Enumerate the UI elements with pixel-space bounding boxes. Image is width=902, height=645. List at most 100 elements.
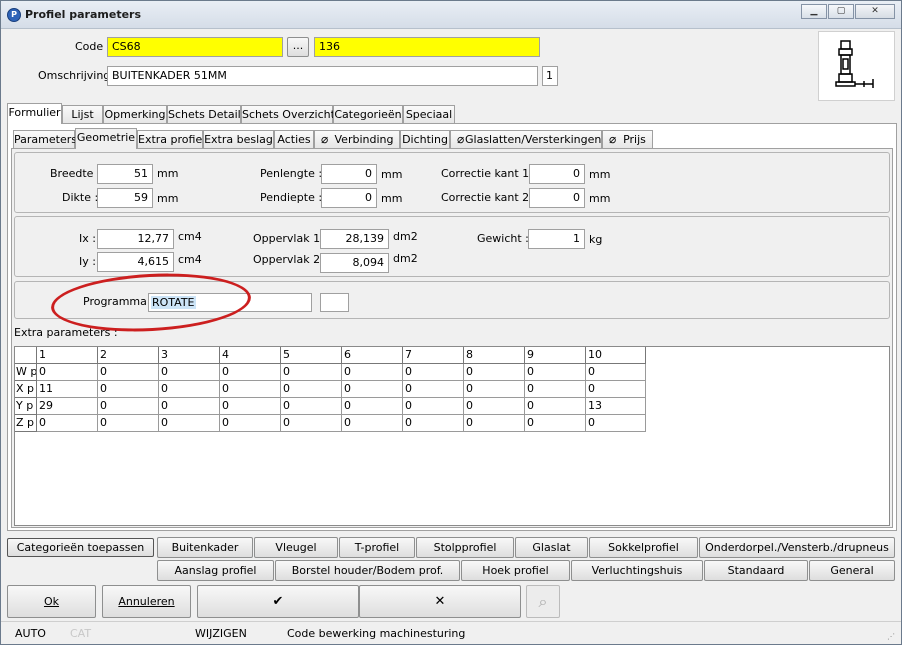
grid-cell[interactable]: 0: [464, 398, 525, 415]
iy-input[interactable]: 4,615: [97, 252, 174, 272]
cat-verluchtingshuis-button[interactable]: Verluchtingshuis: [571, 560, 703, 581]
cat-sokkelprofiel-button[interactable]: Sokkelprofiel: [589, 537, 698, 558]
grid-cell[interactable]: 0: [220, 398, 281, 415]
subtab-parameters[interactable]: Parameters: [13, 130, 77, 149]
subtab-verbinding[interactable]: ⌀ Verbinding: [314, 130, 400, 149]
grid-cell[interactable]: 0: [98, 398, 159, 415]
cancel-button[interactable]: Annuleren: [102, 585, 191, 618]
cat-glaslat-button[interactable]: Glaslat: [515, 537, 588, 558]
ok-button[interactable]: Ok: [7, 585, 96, 618]
programma-extra-input[interactable]: [320, 293, 349, 312]
ix-input[interactable]: 12,77: [97, 229, 174, 249]
reject-icon-button[interactable]: ✕: [359, 585, 521, 618]
grid-cell[interactable]: 0: [220, 415, 281, 432]
grid-cell[interactable]: 0: [281, 381, 342, 398]
tab-categorieen[interactable]: Categorieën: [333, 105, 403, 124]
grid-cell[interactable]: 0: [586, 364, 646, 381]
subtab-prijs[interactable]: ⌀ Prijs: [602, 130, 653, 149]
subtab-glaslatten[interactable]: ⌀ Glaslatten/Versterkingen: [450, 130, 602, 149]
grid-cell[interactable]: 0: [281, 415, 342, 432]
grid-cell[interactable]: 0: [342, 364, 403, 381]
description-input[interactable]: BUITENKADER 51MM: [107, 66, 538, 86]
correctie1-input[interactable]: 0: [529, 164, 585, 184]
minimize-button[interactable]: ▁: [801, 4, 827, 19]
browse-button[interactable]: ...: [287, 37, 309, 57]
tab-formulier[interactable]: Formulier: [7, 103, 62, 124]
grid-cell[interactable]: 0: [159, 415, 220, 432]
grid-cell[interactable]: 0: [220, 381, 281, 398]
grid-cell[interactable]: 0: [464, 364, 525, 381]
grid-cell[interactable]: 0: [37, 415, 98, 432]
tab-speciaal[interactable]: Speciaal: [403, 105, 455, 124]
tab-lijst[interactable]: Lijst: [62, 105, 103, 124]
cat-vleugel-button[interactable]: Vleugel: [254, 537, 338, 558]
grid-cell[interactable]: 0: [403, 415, 464, 432]
subtab-extra-beslag[interactable]: Extra beslag: [203, 130, 274, 149]
correctie2-input[interactable]: 0: [529, 188, 585, 208]
grid-cell[interactable]: 0: [464, 381, 525, 398]
grid-cell[interactable]: 0: [159, 381, 220, 398]
cat-aanslag-profiel-button[interactable]: Aanslag profiel: [157, 560, 274, 581]
grid-cell[interactable]: 0: [525, 398, 586, 415]
grid-cell[interactable]: 29: [37, 398, 98, 415]
grid-cell[interactable]: 0: [37, 364, 98, 381]
description-count: 1: [542, 66, 558, 86]
confirm-icon-button[interactable]: ✔: [197, 585, 359, 618]
grid-cell[interactable]: 13: [586, 398, 646, 415]
grid-cell[interactable]: 0: [586, 415, 646, 432]
cat-general-button[interactable]: General: [809, 560, 895, 581]
grid-cell[interactable]: 11: [37, 381, 98, 398]
subtab-extra-profiel[interactable]: Extra profiel: [137, 130, 205, 149]
cat-stolpprofiel-button[interactable]: Stolpprofiel: [416, 537, 514, 558]
oppervlak2-input[interactable]: 8,094: [320, 253, 389, 273]
grid-cell[interactable]: 0: [525, 364, 586, 381]
search-button[interactable]: ⌕: [526, 585, 560, 618]
grid-cell[interactable]: 0: [403, 381, 464, 398]
maximize-button[interactable]: ▢: [828, 4, 854, 19]
breedte-unit: mm: [157, 167, 179, 180]
cat-standaard-button[interactable]: Standaard: [704, 560, 808, 581]
grid-cell[interactable]: 0: [525, 381, 586, 398]
grid-cell[interactable]: 0: [342, 415, 403, 432]
grid-cell[interactable]: 0: [281, 364, 342, 381]
pendiepte-input[interactable]: 0: [321, 188, 377, 208]
extra-parameters-grid[interactable]: 1 2 3 4 5 6 7 8 9 10 W p0000000000X p 11 0…: [14, 346, 890, 526]
subtab-dichting[interactable]: Dichting: [400, 130, 450, 149]
breedte-input[interactable]: 51: [97, 164, 153, 184]
grid-cell[interactable]: 0: [159, 364, 220, 381]
grid-cell[interactable]: 0: [403, 364, 464, 381]
apply-categories-button[interactable]: Categorieën toepassen: [7, 538, 154, 557]
cat-hoek-profiel-button[interactable]: Hoek profiel: [461, 560, 570, 581]
grid-cell[interactable]: 0: [98, 415, 159, 432]
gewicht-input[interactable]: 1: [528, 229, 585, 249]
grid-cell[interactable]: 0: [98, 364, 159, 381]
cat-borstel-houder-button[interactable]: Borstel houder/Bodem prof.: [275, 560, 460, 581]
grid-cell[interactable]: 0: [98, 381, 159, 398]
grid-cell[interactable]: 0: [342, 398, 403, 415]
code2-input[interactable]: 136: [314, 37, 540, 57]
grid-cell[interactable]: 0: [464, 415, 525, 432]
tab-schets-overzicht[interactable]: Schets Overzicht: [241, 105, 335, 124]
cat-t-profiel-button[interactable]: T-profiel: [339, 537, 415, 558]
grid-cell[interactable]: 0: [586, 381, 646, 398]
grid-cell[interactable]: 0: [525, 415, 586, 432]
grid-cell[interactable]: 0: [220, 364, 281, 381]
penlengte-input[interactable]: 0: [321, 164, 377, 184]
subtab-acties[interactable]: Acties: [274, 130, 314, 149]
tab-schets-detail[interactable]: Schets Detail: [167, 105, 241, 124]
cat-onderdorpel-button[interactable]: Onderdorpel./Vensterb./drupneus: [699, 537, 895, 558]
oppervlak1-unit: dm2: [393, 230, 418, 243]
grid-row-header: Y p: [15, 398, 37, 415]
close-button[interactable]: ✕: [855, 4, 895, 19]
grid-cell[interactable]: 0: [403, 398, 464, 415]
dikte-input[interactable]: 59: [97, 188, 153, 208]
grid-cell[interactable]: 0: [281, 398, 342, 415]
grid-cell[interactable]: 0: [342, 381, 403, 398]
grid-cell[interactable]: 0: [159, 398, 220, 415]
oppervlak1-input[interactable]: 28,139: [320, 229, 389, 249]
code-input[interactable]: CS68: [107, 37, 283, 57]
cat-buitenkader-button[interactable]: Buitenkader: [157, 537, 253, 558]
subtab-geometrie[interactable]: Geometrie: [75, 128, 137, 149]
tab-opmerking[interactable]: Opmerking: [103, 105, 167, 124]
resize-grip-icon[interactable]: ⋰: [887, 632, 897, 642]
